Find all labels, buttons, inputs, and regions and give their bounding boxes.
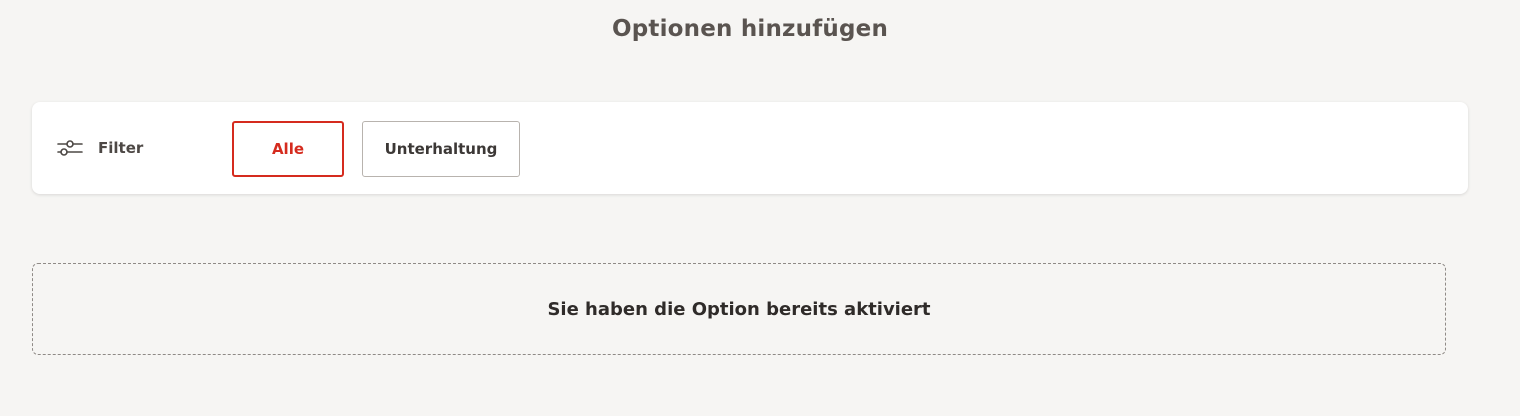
filter-toggle[interactable]: Filter — [56, 102, 143, 194]
sliders-icon — [56, 137, 84, 159]
empty-state-message: Sie haben die Option bereits aktiviert — [547, 298, 931, 320]
filter-label: Filter — [98, 139, 144, 157]
filter-bar: Filter Alle Unterhaltung — [32, 102, 1468, 194]
page-title: Optionen hinzufügen — [611, 16, 889, 42]
filter-chip-unterhaltung[interactable]: Unterhaltung — [362, 121, 520, 177]
filter-chip-alle[interactable]: Alle — [232, 121, 344, 177]
empty-state-box: Sie haben die Option bereits aktiviert — [32, 263, 1446, 355]
